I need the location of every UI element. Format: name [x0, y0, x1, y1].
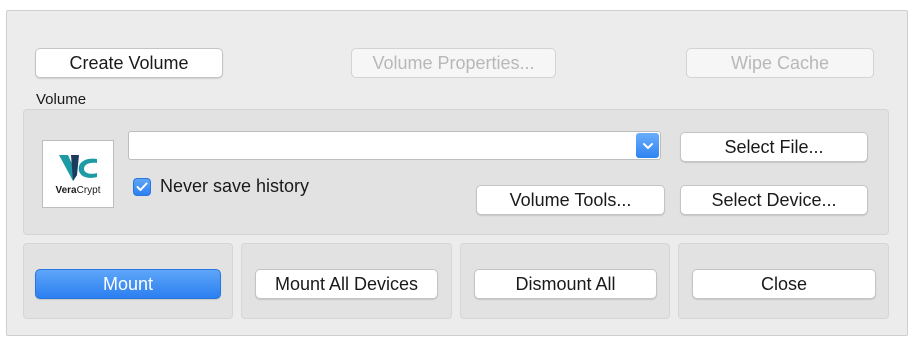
never-save-history-row[interactable]: Never save history — [133, 176, 309, 197]
select-device-button[interactable]: Select Device... — [680, 185, 868, 215]
veracrypt-logo-icon — [59, 154, 97, 181]
veracrypt-logo: VeraCrypt — [42, 140, 114, 208]
close-button[interactable]: Close — [692, 269, 876, 299]
dismount-all-button[interactable]: Dismount All — [474, 269, 657, 299]
mount-button[interactable]: Mount — [35, 269, 221, 299]
volume-group — [23, 109, 889, 235]
select-file-button[interactable]: Select File... — [680, 132, 868, 162]
combo-dropdown-button[interactable] — [636, 133, 659, 158]
never-save-history-checkbox[interactable] — [133, 177, 151, 196]
wipe-cache-button[interactable]: Wipe Cache — [686, 48, 874, 78]
checkmark-icon — [136, 182, 148, 191]
volume-properties-button[interactable]: Volume Properties... — [351, 48, 556, 78]
create-volume-button[interactable]: Create Volume — [35, 48, 223, 78]
veracrypt-logo-text: VeraCrypt — [55, 184, 101, 196]
volume-tools-button[interactable]: Volume Tools... — [476, 185, 665, 215]
volume-section-label: Volume — [36, 91, 87, 108]
never-save-history-label[interactable]: Never save history — [160, 176, 309, 197]
mount-all-devices-button[interactable]: Mount All Devices — [255, 269, 438, 299]
volume-path-combobox[interactable] — [128, 131, 661, 160]
chevron-down-icon — [642, 142, 653, 149]
